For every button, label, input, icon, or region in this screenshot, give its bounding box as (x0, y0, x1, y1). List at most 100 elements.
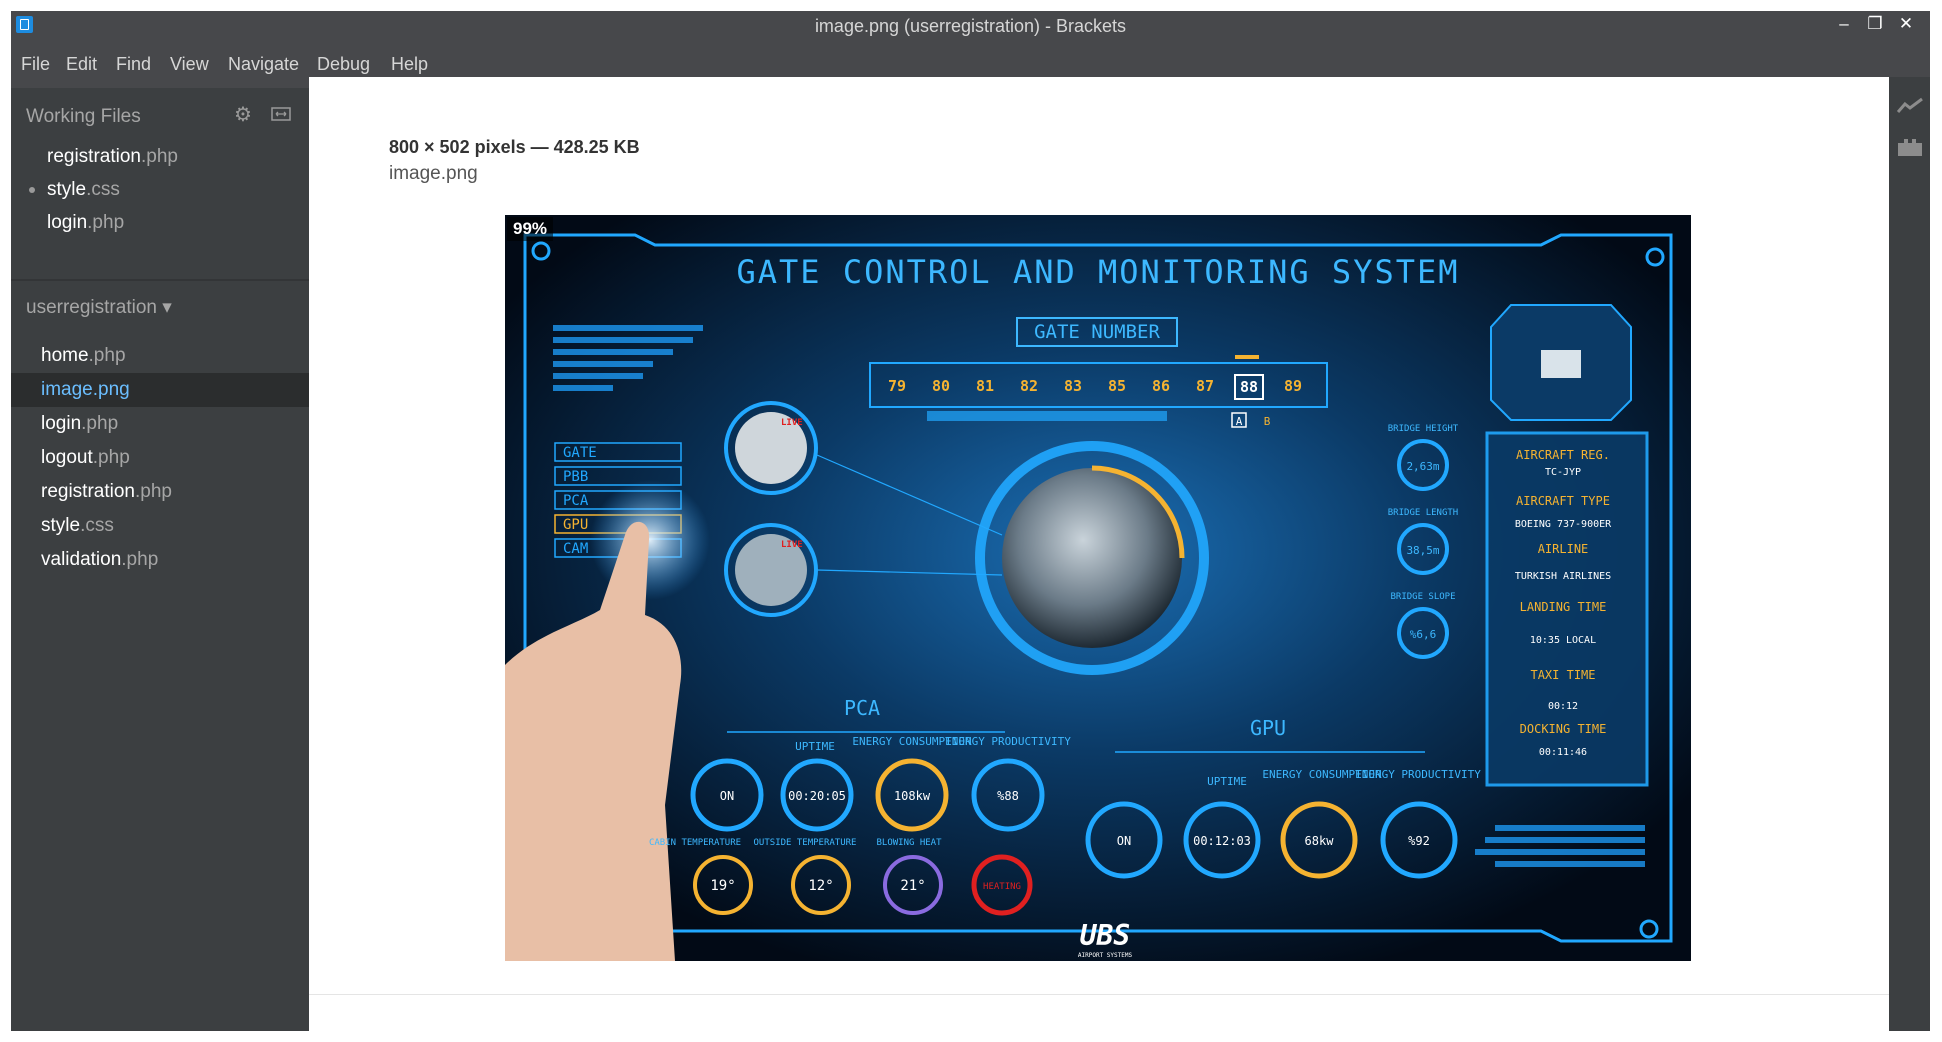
file-ext: .png (92, 379, 130, 400)
info-label: TAXI TIME (1530, 668, 1595, 682)
gate-number: 79 (888, 377, 906, 395)
file-name: registration (41, 481, 135, 502)
temp-value: 19° (710, 878, 735, 894)
menu-file[interactable]: File (21, 54, 50, 75)
hud-title: GATE CONTROL AND MONITORING SYSTEM (736, 253, 1459, 291)
working-file-login[interactable]: login.php (11, 206, 345, 240)
file-ext: .php (121, 549, 159, 570)
live-label: LIVE (781, 418, 803, 428)
info-value: 10:35 LOCAL (1530, 635, 1596, 646)
project-file-registration[interactable]: registration.php (11, 475, 339, 509)
hud-menu-label: PCA (563, 493, 589, 509)
file-name: login (41, 413, 82, 434)
gate-number: 81 (976, 377, 994, 395)
pca-gauge-value: %88 (997, 789, 1019, 803)
hud-menu-label: PBB (563, 469, 588, 485)
pca-gauge-value: ON (720, 789, 734, 803)
file-name: registration (47, 146, 141, 167)
image-dimensions: 800 × 502 pixels — 428.25 KB (389, 137, 640, 157)
zoom-level: 99% (507, 217, 554, 241)
gate-number: 87 (1196, 377, 1214, 395)
image-filename: image.png (389, 163, 478, 184)
menu-navigate[interactable]: Navigate (228, 54, 299, 75)
pca-gauge-value: 108kw (894, 789, 931, 803)
gate-number: 80 (932, 377, 950, 395)
gate-number: 89 (1284, 377, 1302, 395)
pca-temp-labels: CABIN TEMPERATURE OUTSIDE TEMPERATURE BL… (649, 838, 942, 848)
menu-help[interactable]: Help (391, 54, 428, 75)
gate-number-selected: 88 (1240, 378, 1258, 396)
working-files-header: Working Files (26, 106, 141, 127)
gear-icon[interactable]: ⚙ (232, 104, 254, 126)
gpu-title: GPU (1250, 716, 1286, 740)
temp-value: 21° (900, 878, 925, 894)
info-value: TC-JYP (1545, 467, 1581, 478)
menu-find[interactable]: Find (116, 54, 151, 75)
bridge-label: BRIDGE LENGTH (1388, 508, 1458, 518)
gate-number: 86 (1152, 377, 1170, 395)
gate-number-label: GATE NUMBER (1034, 321, 1160, 343)
window-title: image.png (userregistration) - Brackets (814, 16, 1127, 36)
file-ext: .php (87, 212, 125, 233)
working-file-style[interactable]: style.css (11, 173, 345, 207)
live-preview-icon[interactable] (1896, 97, 1923, 117)
temp-label: CABIN TEMPERATURE (649, 838, 741, 848)
temp-label: BLOWING HEAT (876, 838, 942, 848)
project-file-logout[interactable]: logout.php (11, 441, 339, 475)
working-file-registration[interactable]: registration.php (11, 140, 345, 174)
gpu-gauge-value: ON (1117, 834, 1131, 848)
split-view-icon[interactable] (270, 104, 292, 126)
sidebar-divider (11, 279, 309, 281)
bridge-label: BRIDGE HEIGHT (1388, 424, 1459, 434)
info-label: AIRCRAFT REG. (1516, 448, 1610, 462)
project-file-style[interactable]: style.css (11, 509, 339, 543)
file-ext: .php (135, 481, 172, 502)
menu-debug[interactable]: Debug (317, 54, 370, 75)
bridge-value: %6,6 (1410, 628, 1437, 641)
file-name: logout (41, 447, 93, 468)
brackets-window: image.png (userregistration) - Brackets … (11, 11, 1930, 1031)
gate-progress (927, 411, 1167, 421)
bridge-value: 2,63m (1406, 460, 1439, 473)
file-name: login (47, 212, 88, 233)
project-dropdown[interactable]: userregistration ▾ (26, 296, 172, 319)
gate-suffix-a: A (1236, 415, 1243, 428)
pca-gauge-value: 00:20:05 (788, 789, 846, 803)
info-label: AIRLINE (1538, 542, 1589, 556)
file-ext: .php (92, 447, 130, 468)
gate-marker (1235, 355, 1259, 359)
ubs-logo: UBS (1080, 919, 1131, 952)
gpu-label: UPTIME (1207, 775, 1247, 788)
content-footer-line (309, 994, 1889, 995)
close-button[interactable]: ✕ (1886, 11, 1926, 40)
gpu-gauge-value: %92 (1408, 834, 1430, 848)
sidebar: Working Files ⚙ registration.php style.c… (11, 88, 339, 1031)
project-file-home[interactable]: home.php (11, 339, 339, 373)
touch-glow (590, 480, 710, 600)
right-toolbar (1889, 77, 1930, 1031)
hud-menu-label: GPU (563, 517, 588, 533)
project-file-validation[interactable]: validation.php (11, 543, 339, 577)
image-viewer: 800 × 502 pixels — 428.25 KB image.png 9… (309, 77, 1889, 1031)
file-ext: .css (80, 515, 114, 536)
file-ext: .php (81, 413, 119, 434)
info-label: LANDING TIME (1520, 600, 1607, 614)
pca-label: UPTIME (795, 740, 835, 753)
menu-edit[interactable]: Edit (66, 54, 97, 75)
project-file-login[interactable]: login.php (11, 407, 339, 441)
live-label: LIVE (781, 540, 803, 550)
pca-label: ENERGY PRODUCTIVITY (945, 735, 1071, 748)
project-file-image[interactable]: image.png (11, 373, 339, 407)
file-ext: .php (141, 146, 178, 167)
aircraft-icon (1541, 350, 1581, 378)
gate-number: 82 (1020, 377, 1038, 395)
hud-menu-label: CAM (563, 541, 588, 557)
menu-view[interactable]: View (170, 54, 209, 75)
info-value: TURKISH AIRLINES (1515, 571, 1611, 582)
gpu-gauge-value: 00:12:03 (1193, 834, 1251, 848)
title-bar: image.png (userregistration) - Brackets … (11, 11, 1930, 40)
file-name: home (41, 345, 89, 366)
info-value: BOEING 737-900ER (1515, 519, 1612, 530)
hud-menu-label: GATE (563, 445, 597, 461)
extension-manager-icon[interactable] (1897, 137, 1923, 157)
